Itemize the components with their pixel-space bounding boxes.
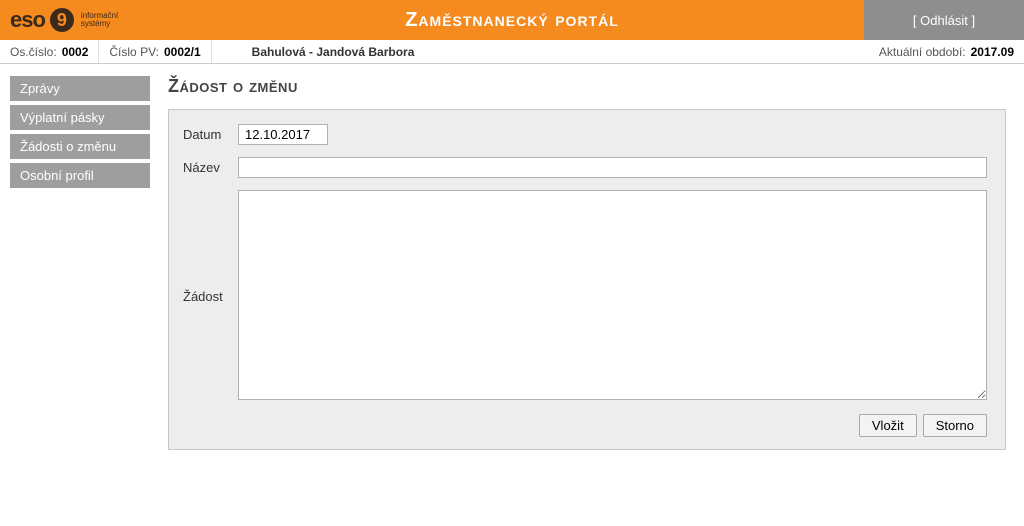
info-period-label: Aktuální období: — [879, 45, 966, 59]
app-title: Zaměstnanecký portál — [160, 0, 864, 40]
main-layout: Zprávy Výplatní pásky Žádosti o změnu Os… — [0, 64, 1024, 526]
form-buttons: Vložit Storno — [183, 414, 987, 437]
date-input[interactable] — [238, 124, 328, 145]
logout-button[interactable]: [ Odhlásit ] — [864, 0, 1024, 40]
info-pv-label: Číslo PV: — [109, 45, 159, 59]
sidebar: Zprávy Výplatní pásky Žádosti o změnu Os… — [0, 64, 160, 526]
logo-caption: informační systémy — [81, 12, 118, 28]
info-pv: Číslo PV: 0002/1 — [99, 40, 211, 63]
logo-caption-line2: systémy — [81, 19, 110, 28]
sidebar-item-payslips[interactable]: Výplatní pásky — [10, 105, 150, 130]
request-form: Datum Název Žádost Vložit Storno — [168, 109, 1006, 450]
info-osnum-label: Os.číslo: — [10, 45, 57, 59]
form-row-name: Název — [183, 157, 987, 178]
info-osnum: Os.číslo: 0002 — [0, 40, 99, 63]
info-pv-value: 0002/1 — [164, 45, 201, 59]
top-bar: eso 9 informační systémy Zaměstnanecký p… — [0, 0, 1024, 40]
logo-text: eso — [10, 7, 45, 33]
app-shell: eso 9 informační systémy Zaměstnanecký p… — [0, 0, 1024, 526]
info-period-value: 2017.09 — [971, 45, 1014, 59]
cancel-button[interactable]: Storno — [923, 414, 987, 437]
form-row-request: Žádost — [183, 190, 987, 400]
sidebar-item-requests[interactable]: Žádosti o změnu — [10, 134, 150, 159]
sidebar-item-profile[interactable]: Osobní profil — [10, 163, 150, 188]
page-title: Žádost o změnu — [168, 76, 1006, 97]
request-label: Žádost — [183, 190, 238, 400]
logo-nine-icon: 9 — [50, 8, 74, 32]
sidebar-item-messages[interactable]: Zprávy — [10, 76, 150, 101]
info-bar: Os.číslo: 0002 Číslo PV: 0002/1 Bahulová… — [0, 40, 1024, 64]
content-area: Žádost o změnu Datum Název Žádost Vložit… — [160, 64, 1024, 526]
info-period: Aktuální období: 2017.09 — [869, 40, 1024, 63]
form-row-date: Datum — [183, 124, 987, 145]
app-logo: eso 9 informační systémy — [0, 0, 160, 40]
info-osnum-value: 0002 — [62, 45, 89, 59]
submit-button[interactable]: Vložit — [859, 414, 917, 437]
date-label: Datum — [183, 124, 238, 142]
info-person-name: Bahulová - Jandová Barbora — [212, 40, 455, 63]
request-textarea[interactable] — [238, 190, 987, 400]
name-input[interactable] — [238, 157, 987, 178]
name-label: Název — [183, 157, 238, 175]
